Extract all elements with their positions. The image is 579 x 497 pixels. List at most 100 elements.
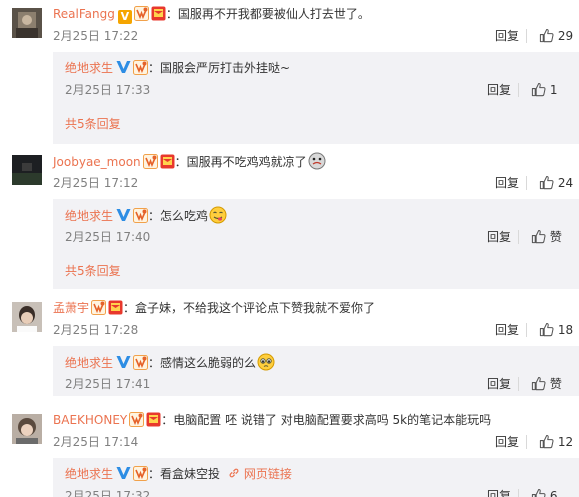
avatar[interactable]	[12, 8, 42, 38]
reply-text-line: 绝地求生 ：感情这么脆弱的么	[65, 353, 275, 371]
medal-icon	[133, 208, 148, 223]
avatar[interactable]	[12, 414, 42, 444]
comment-author[interactable]: RealFangg	[53, 7, 115, 21]
verified-v-icon	[116, 355, 131, 369]
like-button[interactable]: 18	[539, 322, 573, 338]
comment-content: ：盒子妹，不给我这个评论点下赞我就不爱你了	[123, 301, 376, 315]
divider	[518, 489, 519, 497]
reply-box: 绝地求生 ：看盒妹空投 网页链接 2月25日 17:32 回复 6	[53, 458, 579, 497]
thumbs-up-icon	[539, 28, 554, 43]
reply-content: ：怎么吃鸡	[148, 209, 209, 223]
like-button[interactable]: 12	[539, 434, 573, 450]
reply-button[interactable]: 回复	[495, 322, 519, 338]
comment-time: 2月25日 17:14	[53, 435, 139, 449]
reply-text-line: 绝地求生 ：怎么吃鸡	[65, 206, 227, 224]
medal-icon	[133, 60, 148, 75]
redpack-icon	[108, 300, 123, 315]
comment-content: ：电脑配置 呸 说错了 对电脑配置要求高吗 5k的笔记本能玩吗	[161, 413, 492, 427]
thumbs-up-icon	[539, 434, 554, 449]
like-button[interactable]: 赞	[531, 229, 562, 245]
reply-text-line: 绝地求生 ：国服会严厉打击外挂哒~	[65, 59, 290, 77]
like-count: 24	[557, 176, 574, 190]
reply-box: 绝地求生 ：感情这么脆弱的么 2月25日 17:41 回复 赞	[53, 346, 579, 396]
like-count: 18	[557, 323, 574, 337]
link-icon	[229, 468, 239, 478]
like-count: 6	[549, 489, 558, 497]
reply-button[interactable]: 回复	[487, 488, 511, 497]
medal-icon	[134, 6, 149, 21]
divider	[526, 176, 527, 190]
reply-author[interactable]: 绝地求生	[65, 61, 113, 75]
divider	[526, 29, 527, 43]
avatar[interactable]	[12, 155, 42, 185]
reply-time: 2月25日 17:40	[65, 230, 151, 244]
like-button[interactable]: 24	[539, 175, 573, 191]
like-button[interactable]: 1	[531, 82, 557, 98]
like-button[interactable]: 29	[539, 28, 573, 44]
reply-author[interactable]: 绝地求生	[65, 356, 113, 370]
verified-v-icon	[116, 466, 131, 480]
medal-icon	[133, 466, 148, 481]
medal-icon	[133, 355, 148, 370]
reply-box: 绝地求生 ：国服会严厉打击外挂哒~ 2月25日 17:33 回复 1 共5条回复	[53, 52, 579, 144]
like-label: 赞	[549, 377, 562, 391]
reply-button[interactable]: 回复	[487, 376, 511, 392]
reply-time: 2月25日 17:33	[65, 83, 151, 97]
divider	[518, 377, 519, 391]
divider	[526, 323, 527, 337]
comment-author[interactable]: BAEKHONEY	[53, 413, 127, 427]
comment-text-line: 孟萧宇 ：盒子妹，不给我这个评论点下赞我就不爱你了	[53, 299, 375, 317]
like-count: 1	[549, 83, 558, 97]
thumbs-up-icon	[539, 175, 554, 190]
reply-box: 绝地求生 ：怎么吃鸡 2月25日 17:40 回复 赞 共5条回复	[53, 199, 579, 289]
divider	[518, 83, 519, 97]
reply-button[interactable]: 回复	[487, 229, 511, 245]
like-button[interactable]: 赞	[531, 376, 562, 392]
comment-text-line: BAEKHONEY ：电脑配置 呸 说错了 对电脑配置要求高吗 5k的笔记本能玩吗	[53, 411, 491, 429]
medal-icon	[129, 412, 144, 427]
thumbs-up-icon	[531, 229, 546, 244]
like-count: 29	[557, 29, 574, 43]
reply-button[interactable]: 回复	[495, 175, 519, 191]
web-link-label: 网页链接	[243, 467, 292, 481]
yum-face-emoji-icon	[209, 206, 227, 224]
like-count: 12	[557, 435, 574, 449]
verified-v-icon	[116, 60, 131, 74]
more-replies-link[interactable]: 共5条回复	[65, 116, 121, 132]
reply-time: 2月25日 17:32	[65, 489, 151, 497]
redpack-icon	[146, 412, 161, 427]
reply-time: 2月25日 17:41	[65, 377, 151, 391]
reply-button[interactable]: 回复	[495, 28, 519, 44]
web-link[interactable]: 网页链接	[228, 467, 292, 481]
comment-time: 2月25日 17:28	[53, 323, 139, 337]
medal-icon	[91, 300, 106, 315]
more-replies-link[interactable]: 共5条回复	[65, 263, 121, 279]
thumbs-up-icon	[531, 488, 546, 497]
thumbs-up-icon	[531, 376, 546, 391]
reply-author[interactable]: 绝地求生	[65, 209, 113, 223]
reply-author[interactable]: 绝地求生	[65, 467, 113, 481]
reply-content: ：国服会严厉打击外挂哒~	[148, 61, 291, 75]
comment-text-line: RealFangg V ：国服再不开我都要被仙人打去世了。	[53, 5, 370, 24]
thumbs-up-icon	[539, 322, 554, 337]
avatar[interactable]	[12, 302, 42, 332]
comment-time: 2月25日 17:22	[53, 29, 139, 43]
reply-content: ：看盒妹空投	[148, 467, 221, 481]
pleading-face-emoji-icon	[257, 353, 275, 371]
comment-content: ：国服再不吃鸡鸡就凉了	[174, 155, 307, 169]
verified-v-icon	[116, 208, 131, 222]
comment-time: 2月25日 17:12	[53, 176, 139, 190]
redpack-icon	[151, 6, 166, 21]
comment-text-line: Joobyae_moon ：国服再不吃鸡鸡就凉了	[53, 152, 326, 170]
comment-author[interactable]: Joobyae_moon	[53, 155, 141, 169]
reply-text-line: 绝地求生 ：看盒妹空投 网页链接	[65, 465, 292, 483]
comment-content: ：国服再不开我都要被仙人打去世了。	[165, 7, 370, 21]
comment-author[interactable]: 孟萧宇	[53, 301, 89, 315]
divider	[518, 230, 519, 244]
reply-button[interactable]: 回复	[487, 82, 511, 98]
redpack-icon	[160, 154, 175, 169]
cold-face-emoji-icon	[308, 152, 326, 170]
vip-icon: V	[117, 10, 132, 24]
like-button[interactable]: 6	[531, 488, 557, 497]
reply-button[interactable]: 回复	[495, 434, 519, 450]
